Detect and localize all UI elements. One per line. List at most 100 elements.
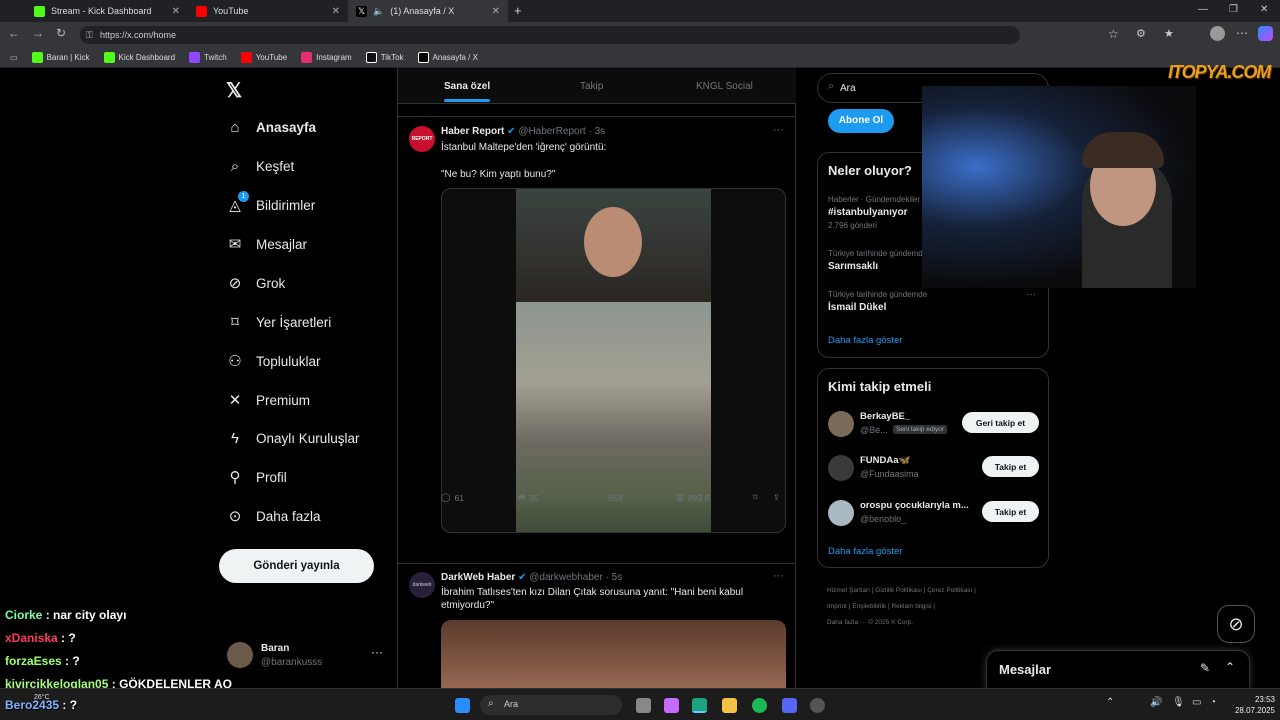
copilot-icon[interactable]	[664, 698, 679, 713]
bookmark-tiktok[interactable]: TikTok	[365, 52, 404, 63]
speaker-icon[interactable]: 🔈	[373, 6, 384, 17]
clock[interactable]: 23:53 28.07.2025	[1225, 694, 1275, 716]
subscribe-button[interactable]: Abone Ol	[828, 109, 894, 133]
bookmark-twitch[interactable]: Twitch	[189, 52, 227, 63]
x-logo-icon[interactable]: 𝕏	[226, 78, 242, 103]
follow-suggestion[interactable]: BerkayBE_ @Be... Seni takip ediyor Geri …	[828, 409, 1040, 441]
post-image[interactable]	[441, 620, 786, 688]
obs-icon[interactable]	[810, 698, 825, 713]
spotify-icon[interactable]	[752, 698, 767, 713]
views-button[interactable]: ▥ 893 B	[676, 492, 710, 503]
discord-icon[interactable]	[782, 698, 797, 713]
nav-premium[interactable]: ✕ Premium	[226, 391, 310, 409]
post[interactable]: REPORT Haber Report ✔ @HaberReport · 3s …	[398, 118, 796, 564]
messages-drawer[interactable]: Mesajlar ✎ ⌃	[986, 650, 1250, 690]
footer-link[interactable]: Reklam bilgisi	[891, 603, 931, 610]
more-dots-icon[interactable]: ···	[371, 645, 383, 659]
more-dots-icon[interactable]: ···	[773, 124, 784, 136]
nav-home[interactable]: ⌂ Anasayfa	[226, 118, 316, 136]
footer-link[interactable]: Çerez Politikası	[927, 587, 972, 594]
bookmark-x[interactable]: Anasayfa / X	[417, 52, 478, 63]
microphone-icon[interactable]: 🎙	[1172, 697, 1185, 708]
window-close-icon[interactable]: ✕	[1260, 4, 1268, 15]
nav-grok[interactable]: ⊘ Grok	[226, 274, 286, 292]
author-handle[interactable]: @darkwebhaber	[529, 572, 603, 583]
post-video[interactable]	[441, 188, 786, 533]
footer-link[interactable]: Erişilebilirlik	[852, 603, 886, 610]
url-field[interactable]: ⚿ https://x.com/home	[80, 26, 1020, 44]
post-button[interactable]: Gönderi yayınla	[219, 549, 374, 583]
bookmark-baran-kick[interactable]: Baran | Kick	[31, 52, 90, 63]
more-dots-icon[interactable]: ···	[773, 570, 784, 582]
nav-bookmarks[interactable]: ⌑ Yer İşaretleri	[226, 313, 331, 331]
reply-button[interactable]: ◯ 61	[441, 492, 464, 503]
tab-kick-dashboard[interactable]: Stream - Kick Dashboard ✕	[26, 0, 188, 22]
chevron-up-icon[interactable]: ⌃	[1106, 697, 1114, 708]
author-name[interactable]: Haber Report	[441, 126, 504, 137]
close-icon[interactable]: ✕	[172, 6, 180, 17]
like-button[interactable]: ♡ 658	[597, 492, 623, 503]
show-more-link[interactable]: Daha fazla göster	[828, 335, 902, 346]
bookmark-kick-dashboard[interactable]: Kick Dashboard	[103, 52, 175, 63]
nav-communities[interactable]: ⚇ Topluluklar	[226, 352, 320, 370]
avatar[interactable]: REPORT	[409, 126, 435, 152]
favorite-star-icon[interactable]: ☆	[1108, 27, 1119, 41]
repost-button[interactable]: ⇄ 35	[518, 492, 539, 503]
windows-start-icon[interactable]	[455, 698, 470, 713]
back-icon[interactable]: ←	[8, 26, 20, 40]
more-dots-icon[interactable]: ···	[1026, 289, 1036, 300]
post-time[interactable]: · 3s	[589, 126, 606, 137]
bookmark-youtube[interactable]: YouTube	[240, 52, 287, 63]
edge-icon[interactable]	[692, 698, 707, 713]
tab-following[interactable]: Takip	[580, 81, 603, 92]
post-time[interactable]: · 5s	[606, 572, 623, 583]
nav-messages[interactable]: ✉ Mesajlar	[226, 235, 307, 253]
copilot-icon[interactable]	[1258, 26, 1273, 41]
new-message-icon[interactable]: ✎	[1200, 661, 1210, 675]
close-icon[interactable]: ✕	[332, 6, 340, 17]
minimize-icon[interactable]: —	[1198, 4, 1208, 15]
nav-profile[interactable]: ⚲ Profil	[226, 468, 287, 486]
weather-widget[interactable]: 26°C	[34, 694, 50, 701]
follow-button[interactable]: Takip et	[982, 501, 1039, 522]
follow-back-button[interactable]: Geri takip et	[962, 412, 1039, 433]
follow-button[interactable]: Takip et	[982, 456, 1039, 477]
bookmark-icon[interactable]: ⌑	[753, 492, 757, 503]
tab-for-you[interactable]: Sana özel	[444, 81, 491, 102]
footer-link[interactable]: Daha fazla ···	[827, 619, 866, 626]
nav-verified-orgs[interactable]: ϟ Onaylı Kuruluşlar	[226, 429, 360, 447]
reload-icon[interactable]: ↻	[56, 26, 66, 40]
author-handle[interactable]: @HaberReport	[518, 126, 585, 137]
bookmark-instagram[interactable]: Instagram	[301, 52, 352, 63]
trend-item[interactable]: Türkiye tarihinde gündemde İsmail Dükel	[828, 290, 927, 313]
footer-link[interactable]: Imprint	[827, 603, 847, 610]
extensions-icon[interactable]: ⚙	[1136, 27, 1146, 40]
trend-item[interactable]: Türkiye tarihinde gündemde Sarımsaklı	[828, 249, 927, 272]
menu-dots-icon[interactable]: ⋯	[1236, 26, 1248, 40]
footer-link[interactable]: Hizmet Şartları	[827, 587, 870, 594]
tab-x-home[interactable]: 𝕏 🔈 (1) Anasayfa / X ✕	[348, 0, 508, 22]
follow-suggestion[interactable]: FUNDAa🦋 @Fundaasima Takip et	[828, 453, 1040, 485]
file-explorer-icon[interactable]	[722, 698, 737, 713]
nav-explore[interactable]: ⌕ Keşfet	[226, 157, 294, 175]
nav-notifications[interactable]: ◬ 1 Bildirimler	[226, 191, 315, 214]
maximize-icon[interactable]: ❐	[1229, 4, 1238, 15]
author-name[interactable]: DarkWeb Haber	[441, 572, 515, 583]
new-tab-icon[interactable]: +	[514, 3, 522, 18]
chevron-up-icon[interactable]: ⌃	[1225, 660, 1235, 674]
post[interactable]: darkweb DarkWeb Haber ✔ @darkwebhaber · …	[398, 565, 796, 688]
taskbar-search[interactable]: ⌕ Ara	[480, 695, 622, 715]
volume-icon[interactable]: 🔊	[1150, 697, 1162, 708]
show-more-link[interactable]: Daha fazla göster	[828, 546, 902, 557]
forward-icon[interactable]: →	[32, 26, 44, 40]
grok-icon[interactable]: ⊘	[1217, 605, 1255, 643]
tab-kngl-social[interactable]: KNGL Social	[696, 81, 753, 92]
avatar[interactable]: darkweb	[409, 572, 435, 598]
trend-item[interactable]: Haberler · Gündemdekiler #istanbulyanıyo…	[828, 195, 920, 230]
favorites-icon[interactable]: ★	[1164, 27, 1174, 40]
footer-link[interactable]: Gizlilik Politikası	[875, 587, 922, 594]
task-view-icon[interactable]	[636, 698, 651, 713]
close-icon[interactable]: ✕	[492, 6, 500, 17]
display-icon[interactable]: ▭	[1192, 697, 1201, 708]
network-icon[interactable]: ◔	[1210, 697, 1216, 708]
